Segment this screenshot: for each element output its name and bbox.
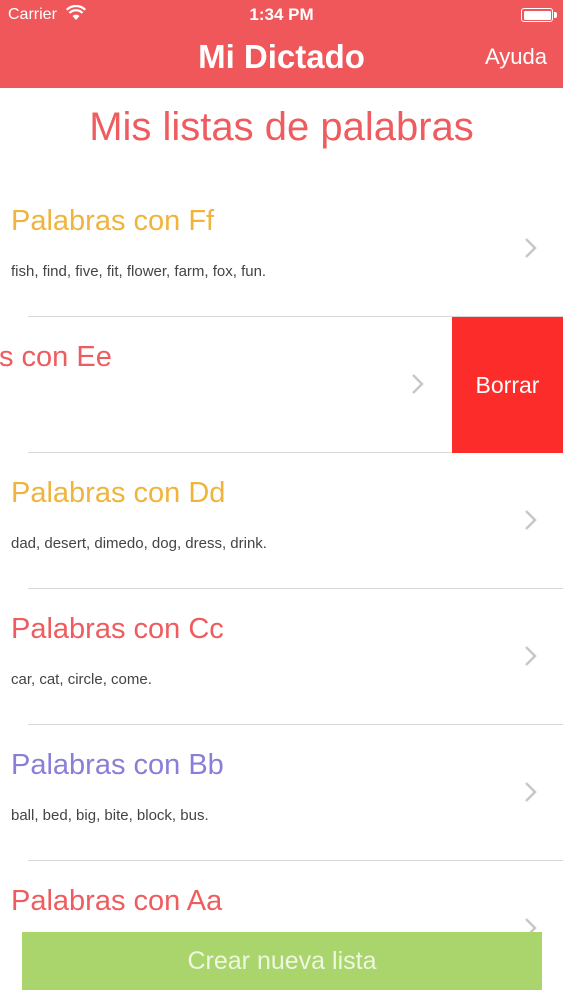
chevron-right-icon [525, 646, 537, 666]
list-item[interactable]: Palabras con Bb ball, bed, big, bite, bl… [0, 725, 563, 861]
list-item-title: Palabras con Cc [11, 613, 224, 645]
navigation-bar: Carrier 1:34 PM Mi Dictado Ayuda [0, 0, 563, 88]
list-item[interactable]: s con Ee Borrar [0, 317, 563, 453]
delete-button[interactable]: Borrar [452, 317, 563, 453]
create-list-button[interactable]: Crear nueva lista [22, 932, 542, 990]
status-bar: Carrier 1:34 PM [0, 0, 563, 30]
page-title: Mis listas de palabras [89, 105, 474, 149]
list-item[interactable]: Palabras con Dd dad, desert, dimedo, dog… [0, 453, 563, 589]
list-item-words: fish, find, five, fit, flower, farm, fox… [11, 263, 267, 280]
chevron-right-icon [525, 510, 537, 530]
list-item-words: car, cat, circle, come. [11, 671, 152, 688]
list-item-title: Palabras con Dd [11, 477, 226, 509]
list-item-title: Palabras con Bb [11, 749, 224, 781]
app-title: Mi Dictado [198, 38, 365, 75]
battery-icon [521, 8, 557, 22]
chevron-right-icon [412, 374, 424, 394]
list-item-title: Palabras con Aa [11, 885, 223, 917]
clock: 1:34 PM [249, 5, 314, 24]
list-item-title: Palabras con Ff [11, 205, 215, 237]
list-item-words: ball, bed, big, bite, block, bus. [11, 807, 209, 824]
list-item-words: dad, desert, dimedo, dog, dress, drink. [11, 535, 267, 552]
word-lists: Palabras con Ff fish, find, five, fit, f… [0, 181, 563, 997]
chevron-right-icon [525, 238, 537, 258]
help-button[interactable]: Ayuda [485, 44, 547, 70]
list-item[interactable]: Palabras con Cc car, cat, circle, come. [0, 589, 563, 725]
list-item[interactable]: Palabras con Ff fish, find, five, fit, f… [0, 181, 563, 317]
list-item-title: s con Ee [0, 341, 112, 373]
chevron-right-icon [525, 782, 537, 802]
